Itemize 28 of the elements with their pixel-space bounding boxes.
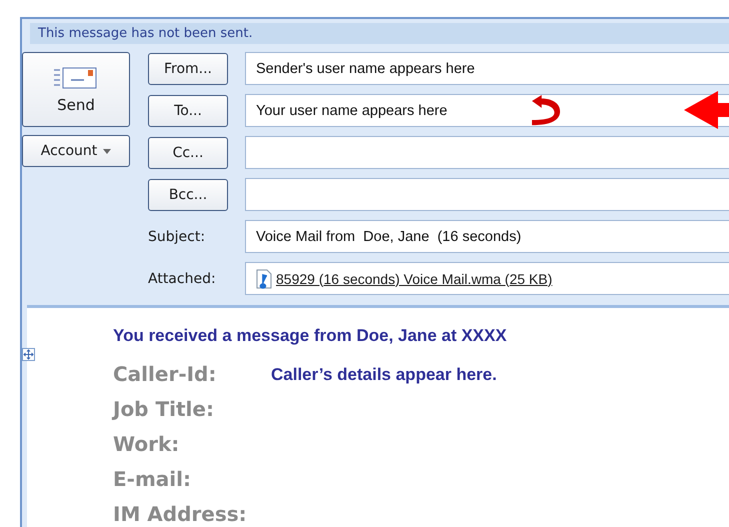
address-field[interactable] [245,178,729,211]
curved-arrow-annotation [531,95,561,126]
table-move-icon[interactable] [22,348,35,361]
address-button[interactable]: From... [148,52,228,84]
arrow-annotation [684,91,729,129]
audio-file-icon [256,268,272,288]
attached-label: Attached: [148,270,216,286]
account-button[interactable]: Account [22,135,130,167]
address-button[interactable]: To... [148,94,228,126]
envelope-icon [54,66,98,90]
caret-icon [103,148,112,154]
field-label: IM Address: [113,501,248,527]
address-field[interactable]: Sender's user name appears here [245,52,729,85]
address-button[interactable]: Cc... [148,136,228,168]
attachment-link[interactable]: 85929 (16 seconds) Voice Mail.wma (25 KB) [276,270,552,286]
field-label: Job Title: [113,396,215,423]
info-bar: This message has not been sent. [30,23,729,44]
address-button[interactable]: Bcc... [148,178,228,210]
address-field[interactable] [245,136,729,169]
send-button[interactable]: Send [22,52,130,127]
subject-label: Subject: [148,228,206,244]
field-label: E-mail: [113,466,192,493]
message-heading: You received a message from Doe, Jane at XXXX [113,326,508,346]
field-label: Caller-Id: [113,361,218,388]
subject-field[interactable]: Voice Mail from Doe, Jane (16 seconds) [245,220,729,253]
field-label: Work: [113,431,180,458]
field-value: Caller’s details appear here. [271,364,498,386]
address-field[interactable]: Your user name appears here [245,94,729,127]
